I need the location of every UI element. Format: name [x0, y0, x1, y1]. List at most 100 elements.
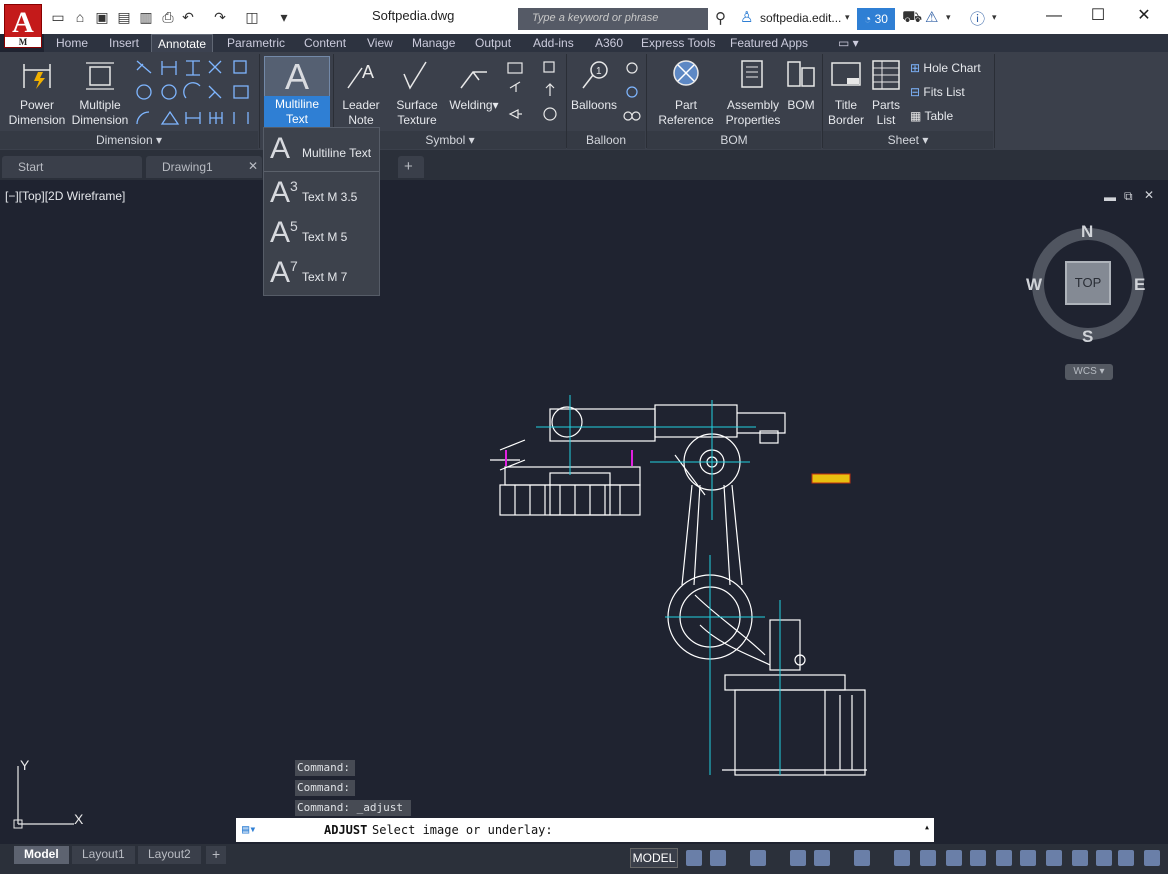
file-tab-start[interactable]: Start: [2, 156, 142, 178]
user-icon[interactable]: ♙: [740, 8, 753, 26]
lock-ui-icon[interactable]: [1072, 850, 1088, 866]
command-history-toggle-icon[interactable]: ▴: [924, 822, 930, 833]
cart-icon[interactable]: ⛟: [902, 8, 922, 28]
symbol-tools-grid[interactable]: [506, 60, 562, 126]
user-account[interactable]: softpedia.edit...: [760, 11, 841, 25]
robot-arm-drawing[interactable]: [470, 395, 890, 785]
plus-icon[interactable]: [894, 850, 910, 866]
close-tab-icon[interactable]: ✕: [248, 159, 258, 173]
balloon-tools-grid[interactable]: [622, 60, 642, 126]
tab-insert[interactable]: Insert: [109, 34, 139, 52]
dimension-tools-grid[interactable]: [134, 58, 258, 128]
viewport-minimize-icon[interactable]: ▬: [1104, 190, 1116, 204]
new-file-icon[interactable]: ▭: [50, 9, 66, 25]
open-file-icon[interactable]: ⌂: [72, 9, 88, 25]
fits-list-button[interactable]: ⊟ Fits List: [910, 85, 965, 99]
viewport-controls[interactable]: [−][Top][2D Wireframe]: [5, 189, 125, 203]
leader-note-button[interactable]: A Leader Note: [338, 58, 384, 128]
viewport-restore-icon[interactable]: ⧉: [1124, 189, 1133, 204]
ortho-mode-icon[interactable]: [750, 850, 766, 866]
notifications-icon[interactable]: [1096, 850, 1112, 866]
workspace-switch-icon[interactable]: [920, 850, 936, 866]
layout-tab-layout2[interactable]: Layout2: [138, 846, 201, 864]
ribbon-display-toggle-icon[interactable]: ▭ ▾: [838, 34, 859, 52]
autodesk-app-icon[interactable]: ⚠: [925, 8, 938, 26]
viewport-close-icon[interactable]: ✕: [1144, 188, 1154, 202]
title-border-button[interactable]: Title Border: [826, 58, 866, 128]
search-input[interactable]: Type a keyword or phrase: [518, 8, 708, 30]
balloons-button[interactable]: 1 Balloons: [568, 58, 620, 113]
dropdown-item-text-m-5[interactable]: A5 Text M 5: [264, 216, 379, 254]
compass-west[interactable]: W: [1026, 275, 1042, 295]
compass-south[interactable]: S: [1082, 327, 1093, 347]
grid-display-icon[interactable]: [686, 850, 702, 866]
save-as-icon[interactable]: ▤: [116, 9, 132, 25]
dropdown-item-text-m-7[interactable]: A7 Text M 7: [264, 256, 379, 294]
viewcube-top-face[interactable]: TOP: [1065, 261, 1111, 305]
open-sheet-icon[interactable]: ▥: [138, 9, 154, 25]
fullscreen-icon[interactable]: [1118, 850, 1134, 866]
settings-gear-icon[interactable]: [854, 850, 870, 866]
workspace-icon[interactable]: ◫: [244, 9, 260, 25]
clean-screen-icon[interactable]: [1020, 850, 1036, 866]
customize-status-icon[interactable]: [1144, 850, 1160, 866]
maximize-button[interactable]: ☐: [1088, 6, 1108, 26]
multiple-dimension-button[interactable]: Multiple Dimension: [70, 58, 130, 128]
tab-featured-apps[interactable]: Featured Apps: [730, 34, 808, 52]
wcs-menu[interactable]: WCS ▾: [1065, 364, 1113, 380]
tab-content[interactable]: Content: [304, 34, 346, 52]
tab-a360[interactable]: A360: [595, 34, 623, 52]
hole-chart-button[interactable]: ⊞ Hole Chart: [910, 61, 981, 75]
layout-tab-model[interactable]: Model: [14, 846, 69, 864]
bom-panel-title[interactable]: BOM: [647, 131, 821, 149]
multiline-text-button[interactable]: A Multiline Text: [264, 58, 330, 128]
tab-annotate[interactable]: Annotate: [151, 34, 214, 52]
table-button[interactable]: ▦ Table: [910, 109, 953, 123]
dropdown-item-text-m-3-5[interactable]: A3 Text M 3.5: [264, 176, 379, 214]
new-tab-button[interactable]: +: [398, 156, 424, 178]
customize-qat-icon[interactable]: ▾: [276, 9, 292, 25]
tab-home[interactable]: Home: [56, 34, 88, 52]
assembly-properties-button[interactable]: Assembly Properties: [724, 58, 782, 128]
redo-icon[interactable]: ↷: [212, 9, 228, 25]
model-space-toggle[interactable]: MODEL: [630, 848, 678, 868]
object-snap-icon[interactable]: [814, 850, 830, 866]
dropdown-item-multiline-text[interactable]: A Multiline Text: [264, 132, 379, 170]
tab-view[interactable]: View: [367, 34, 393, 52]
hardware-acceleration-icon[interactable]: [996, 850, 1012, 866]
file-tab-drawing1[interactable]: Drawing1 ✕: [146, 156, 262, 178]
isolate-objects-icon[interactable]: [970, 850, 986, 866]
snap-mode-icon[interactable]: [710, 850, 726, 866]
print-icon[interactable]: ⎙: [160, 9, 176, 25]
application-menu-button[interactable]: AM: [4, 4, 42, 48]
command-line-input[interactable]: ▤▾ ADJUST Select image or underlay: ▴: [236, 818, 934, 842]
tab-parametric[interactable]: Parametric: [227, 34, 285, 52]
tab-output[interactable]: Output: [475, 34, 511, 52]
compass-east[interactable]: E: [1134, 275, 1145, 295]
subscription-timer-badge[interactable]: ◔ 30: [857, 8, 895, 30]
balloon-panel-title[interactable]: Balloon: [567, 131, 645, 149]
layout-tab-layout1[interactable]: Layout1: [72, 846, 135, 864]
surface-texture-button[interactable]: Surface Texture: [393, 58, 441, 128]
quick-properties-icon[interactable]: [1046, 850, 1062, 866]
tab-express-tools[interactable]: Express Tools: [641, 34, 715, 52]
welding-button[interactable]: Welding▾: [446, 58, 502, 113]
tab-manage[interactable]: Manage: [412, 34, 455, 52]
help-icon[interactable]: ⓘ: [970, 8, 985, 29]
chevron-down-icon[interactable]: ▾: [845, 12, 850, 23]
minimize-button[interactable]: —: [1044, 6, 1064, 26]
parts-list-button[interactable]: Parts List: [868, 58, 904, 128]
save-icon[interactable]: ▣: [94, 9, 110, 25]
sheet-panel-title[interactable]: Sheet ▾: [823, 131, 993, 149]
compass-north[interactable]: N: [1081, 222, 1093, 242]
chevron-down-icon[interactable]: ▾: [992, 12, 997, 23]
dimension-panel-title[interactable]: Dimension ▾: [0, 131, 258, 149]
add-layout-button[interactable]: +: [206, 846, 227, 864]
annotation-scale-icon[interactable]: [946, 850, 962, 866]
power-dimension-button[interactable]: Power Dimension: [6, 58, 68, 128]
undo-icon[interactable]: ↶: [180, 9, 196, 25]
polar-tracking-icon[interactable]: [790, 850, 806, 866]
binoculars-icon[interactable]: ⚲: [715, 9, 726, 27]
bom-button[interactable]: BOM: [784, 58, 818, 113]
part-reference-button[interactable]: Part Reference: [652, 58, 720, 128]
